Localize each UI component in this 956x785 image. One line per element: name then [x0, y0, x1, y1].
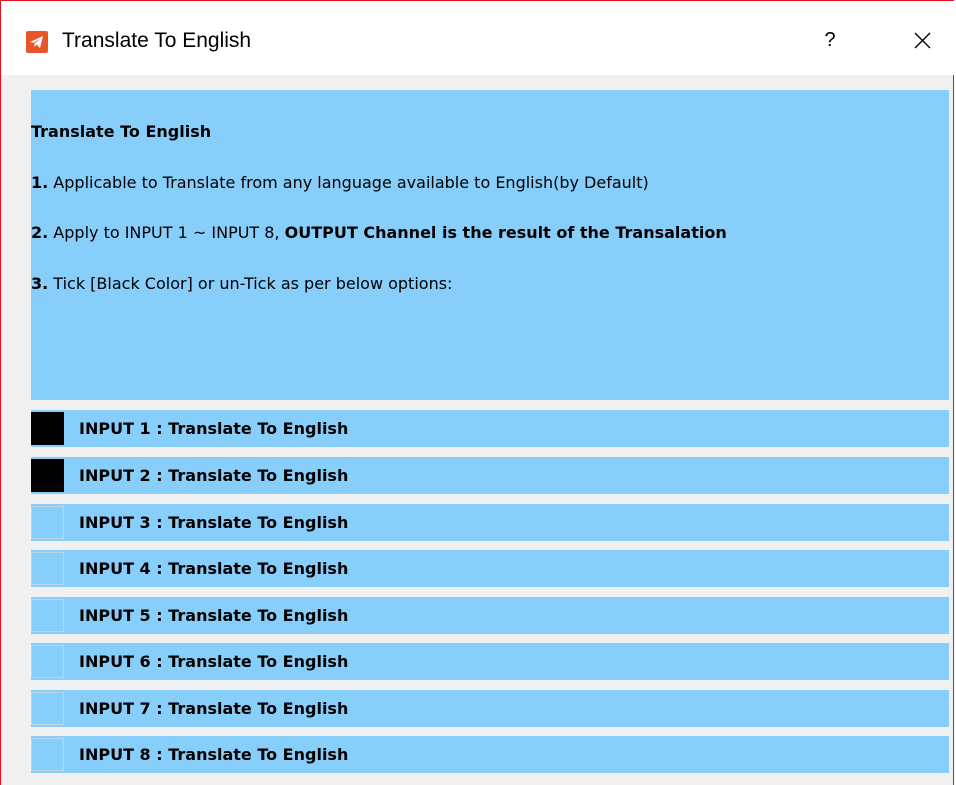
close-icon [914, 32, 931, 49]
input-5-label: INPUT 5 : Translate To English [79, 606, 349, 625]
info-line-1-text: Applicable to Translate from any languag… [48, 173, 649, 192]
telegram-plane-icon [26, 31, 48, 53]
input-4-checkbox[interactable] [31, 552, 64, 585]
info-line-2-number: 2. [31, 223, 49, 242]
input-3-checkbox[interactable] [31, 506, 64, 539]
window-title: Translate To English [62, 29, 252, 52]
input-3-label: INPUT 3 : Translate To English [79, 513, 349, 532]
title-bar[interactable]: Translate To English ? [1, 1, 955, 75]
info-heading: Translate To English [31, 122, 212, 141]
input-row-2[interactable]: INPUT 2 : Translate To English [31, 457, 949, 494]
info-line-3-number: 3. [31, 274, 49, 293]
info-line-1-number: 1. [31, 173, 49, 192]
input-2-label: INPUT 2 : Translate To English [79, 466, 349, 485]
info-line-2-text: Apply to INPUT 1 ~ INPUT 8, [48, 223, 285, 242]
input-1-checkbox[interactable] [31, 412, 64, 445]
input-1-label: INPUT 1 : Translate To English [79, 419, 349, 438]
input-row-4[interactable]: INPUT 4 : Translate To English [31, 550, 949, 587]
dialog-window: Translate To English ? Translate To Engl… [0, 0, 955, 785]
input-row-3[interactable]: INPUT 3 : Translate To English [31, 504, 949, 541]
info-line-3-text: Tick [Black Color] or un-Tick as per bel… [48, 274, 453, 293]
input-7-checkbox[interactable] [31, 692, 64, 725]
input-row-6[interactable]: INPUT 6 : Translate To English [31, 643, 949, 680]
info-line-2: 2. Apply to INPUT 1 ~ INPUT 8, OUTPUT Ch… [31, 223, 727, 242]
input-row-5[interactable]: INPUT 5 : Translate To English [31, 597, 949, 634]
input-row-1[interactable]: INPUT 1 : Translate To English [31, 410, 949, 447]
input-row-8[interactable]: INPUT 8 : Translate To English [31, 736, 949, 773]
input-2-checkbox[interactable] [31, 459, 64, 492]
input-4-label: INPUT 4 : Translate To English [79, 559, 349, 578]
input-8-label: INPUT 8 : Translate To English [79, 745, 349, 764]
input-8-checkbox[interactable] [31, 738, 64, 771]
info-panel: Translate To English 1. Applicable to Tr… [31, 90, 949, 400]
help-button[interactable]: ? [813, 23, 847, 57]
info-line-3: 3. Tick [Black Color] or un-Tick as per … [31, 274, 452, 293]
info-line-1: 1. Applicable to Translate from any lang… [31, 173, 649, 192]
input-6-checkbox[interactable] [31, 645, 64, 678]
input-6-label: INPUT 6 : Translate To English [79, 652, 349, 671]
input-5-checkbox[interactable] [31, 599, 64, 632]
input-7-label: INPUT 7 : Translate To English [79, 699, 349, 718]
input-row-7[interactable]: INPUT 7 : Translate To English [31, 690, 949, 727]
info-line-2-bold-text: OUTPUT Channel is the result of the Tran… [284, 223, 727, 242]
close-button[interactable] [901, 23, 943, 57]
